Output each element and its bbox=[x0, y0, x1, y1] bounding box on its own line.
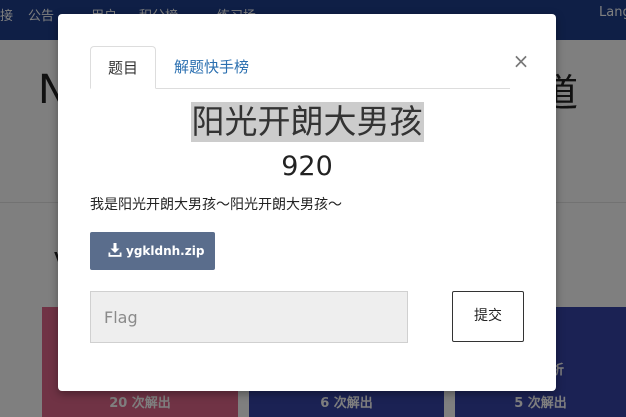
flag-input[interactable] bbox=[90, 291, 408, 343]
download-file-button[interactable]: ygkldnh.zip bbox=[90, 232, 215, 270]
modal-tabs: 题目 解题快手榜 bbox=[90, 46, 510, 89]
submit-button[interactable]: 提交 bbox=[452, 291, 524, 342]
download-file-name: ygkldnh.zip bbox=[126, 244, 205, 258]
challenge-value: 920 bbox=[281, 151, 333, 182]
tab-challenge[interactable]: 题目 bbox=[90, 46, 156, 89]
close-icon[interactable]: × bbox=[510, 50, 532, 72]
challenge-name: 阳光开朗大男孩 bbox=[190, 102, 424, 142]
challenge-name-wrap: 阳光开朗大男孩 bbox=[58, 102, 556, 144]
download-icon bbox=[108, 243, 122, 257]
tab-fastest-solvers[interactable]: 解题快手榜 bbox=[158, 46, 265, 88]
challenge-description: 我是阳光开朗大男孩～阳光开朗大男孩～ bbox=[90, 197, 342, 213]
challenge-modal: 题目 解题快手榜 × 阳光开朗大男孩 920 我是阳光开朗大男孩～阳光开朗大男孩… bbox=[58, 14, 556, 391]
